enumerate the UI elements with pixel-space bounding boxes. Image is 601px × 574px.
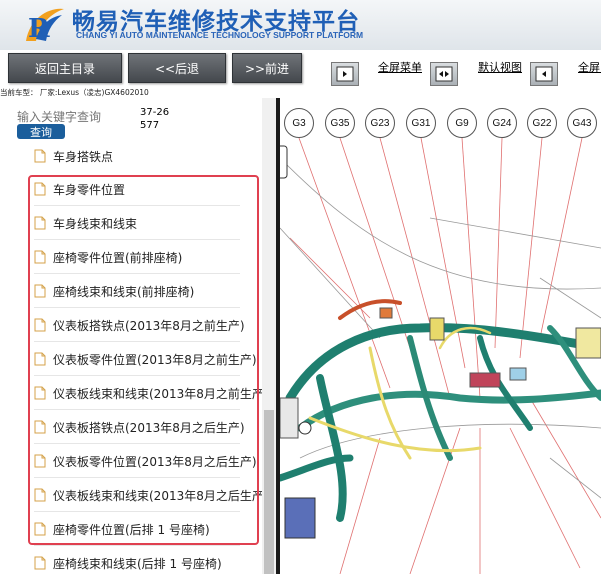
selection-highlight-box bbox=[28, 175, 259, 545]
connector-callout[interactable]: G3 bbox=[284, 108, 314, 138]
fullscreen-content-link[interactable]: 全屏内容 bbox=[578, 61, 601, 74]
default-view-link[interactable]: 默认视图 bbox=[478, 61, 522, 74]
connector-callout[interactable]: G35 bbox=[325, 108, 355, 138]
tree-scrollbar[interactable] bbox=[262, 98, 276, 574]
tree-item[interactable]: 座椅线束和线束(后排 1 号座椅) bbox=[34, 548, 222, 574]
connector-callout[interactable]: G23 bbox=[365, 108, 395, 138]
platform-title-english: CHANG YI AUTO MAINTENANCE TECHNOLOGY SUP… bbox=[76, 30, 364, 40]
connector-callout[interactable]: G24 bbox=[487, 108, 517, 138]
document-icon bbox=[34, 149, 46, 163]
fullscreen-menu-icon[interactable] bbox=[331, 62, 359, 86]
tree-item-label: 车身搭铁点 bbox=[53, 149, 114, 164]
scrollbar-thumb[interactable] bbox=[264, 410, 274, 574]
default-view-icon[interactable] bbox=[430, 62, 458, 86]
tree-item-label: 座椅线束和线束(后排 1 号座椅) bbox=[53, 556, 222, 571]
header-banner: R 畅易汽车维修技术支持平台 CHANG YI AUTO MAINTENANCE… bbox=[0, 0, 601, 50]
tree-item[interactable]: 车身搭铁点 bbox=[34, 141, 113, 171]
search-button[interactable]: 查询 bbox=[17, 124, 65, 139]
connector-callout[interactable]: G43 bbox=[567, 108, 597, 138]
app-window: R 畅易汽车维修技术支持平台 CHANG YI AUTO MAINTENANCE… bbox=[0, 0, 601, 574]
current-vehicle-info: 当前车型： 厂家:Lexus（凌志)GX4602010 bbox=[0, 88, 149, 97]
wiring-diagram-view[interactable]: G3 G35 G23 G31 G9 G24 G22 G43 bbox=[280, 98, 601, 574]
forward-button[interactable]: >>前进 bbox=[232, 53, 302, 83]
toolbar: 返回主目录 <<后退 >>前进 全屏菜单 默认视图 全屏内容 bbox=[0, 50, 601, 88]
document-code: 37-26577 bbox=[140, 107, 170, 131]
back-button[interactable]: <<后退 bbox=[128, 53, 226, 83]
back-home-button[interactable]: 返回主目录 bbox=[8, 53, 122, 83]
harness-drawing bbox=[280, 137, 601, 574]
connector-callout[interactable]: G9 bbox=[447, 108, 477, 138]
chang-yi-logo-icon: R bbox=[26, 8, 64, 44]
left-navigation-panel: 查询 37-26577 车身搭铁点车身零件位置车身线束和线束座椅零件位置(前排座… bbox=[0, 98, 276, 574]
fullscreen-menu-link[interactable]: 全屏菜单 bbox=[378, 61, 422, 74]
tree-item-separator bbox=[34, 545, 240, 546]
connector-callout[interactable]: G31 bbox=[406, 108, 436, 138]
svg-text:R: R bbox=[28, 14, 50, 44]
fullscreen-content-icon[interactable] bbox=[530, 62, 558, 86]
document-icon bbox=[34, 556, 46, 570]
connector-callout[interactable]: G22 bbox=[527, 108, 557, 138]
